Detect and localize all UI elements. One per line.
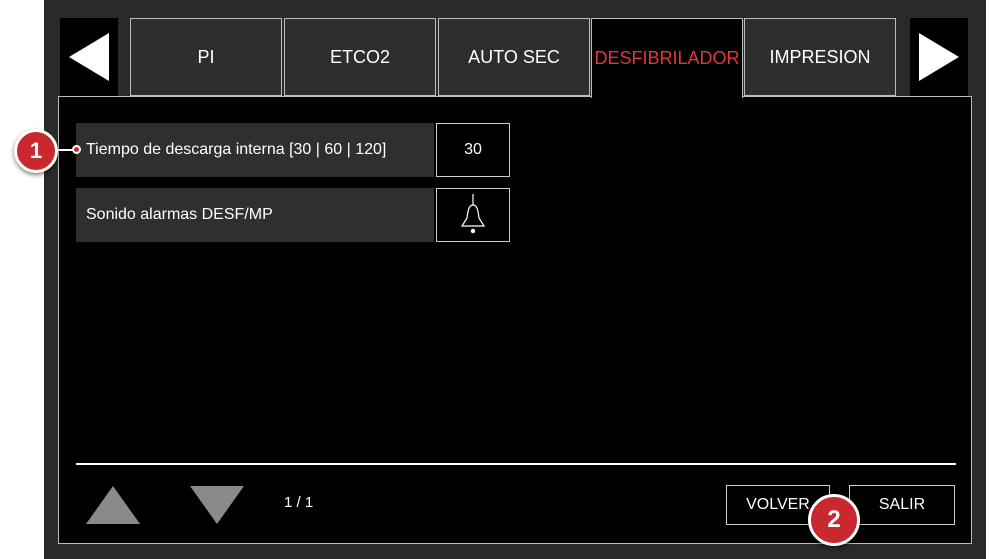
salir-button[interactable]: SALIR: [849, 485, 955, 525]
tab-auto-sec[interactable]: AUTO SEC: [438, 18, 590, 96]
tab-desfibrilador[interactable]: DESFIBRILADOR: [591, 18, 743, 98]
alarm-sound-toggle[interactable]: [436, 188, 510, 242]
arrow-right-icon: [919, 33, 959, 81]
arrow-left-icon: [69, 33, 109, 81]
callout-1-badge: 1: [14, 129, 58, 173]
discharge-time-value-button[interactable]: 30: [436, 123, 510, 177]
scroll-down-button[interactable]: [188, 484, 246, 526]
scroll-up-button[interactable]: [84, 484, 142, 526]
setting-value: 30: [464, 141, 482, 158]
setting-label: Tiempo de descarga interna [30 | 60 | 12…: [86, 141, 387, 158]
page-indicator: 1 / 1: [284, 494, 314, 511]
bell-icon: [460, 194, 486, 234]
next-tab-button[interactable]: [910, 18, 968, 96]
callout-1-anchor: [72, 145, 81, 154]
tab-etco2[interactable]: ETCO2: [284, 18, 436, 96]
previous-tab-button[interactable]: [60, 18, 118, 96]
footer-divider: [76, 463, 956, 465]
setting-label: Sonido alarmas DESF/MP: [86, 206, 273, 223]
callout-2-badge: 2: [808, 494, 860, 546]
tab-impresion[interactable]: IMPRESION: [744, 18, 896, 96]
setting-row-alarm-sound[interactable]: Sonido alarmas DESF/MP: [76, 188, 434, 242]
setting-row-discharge-time[interactable]: Tiempo de descarga interna [30 | 60 | 12…: [76, 123, 434, 177]
tab-pi[interactable]: PI: [130, 18, 282, 96]
